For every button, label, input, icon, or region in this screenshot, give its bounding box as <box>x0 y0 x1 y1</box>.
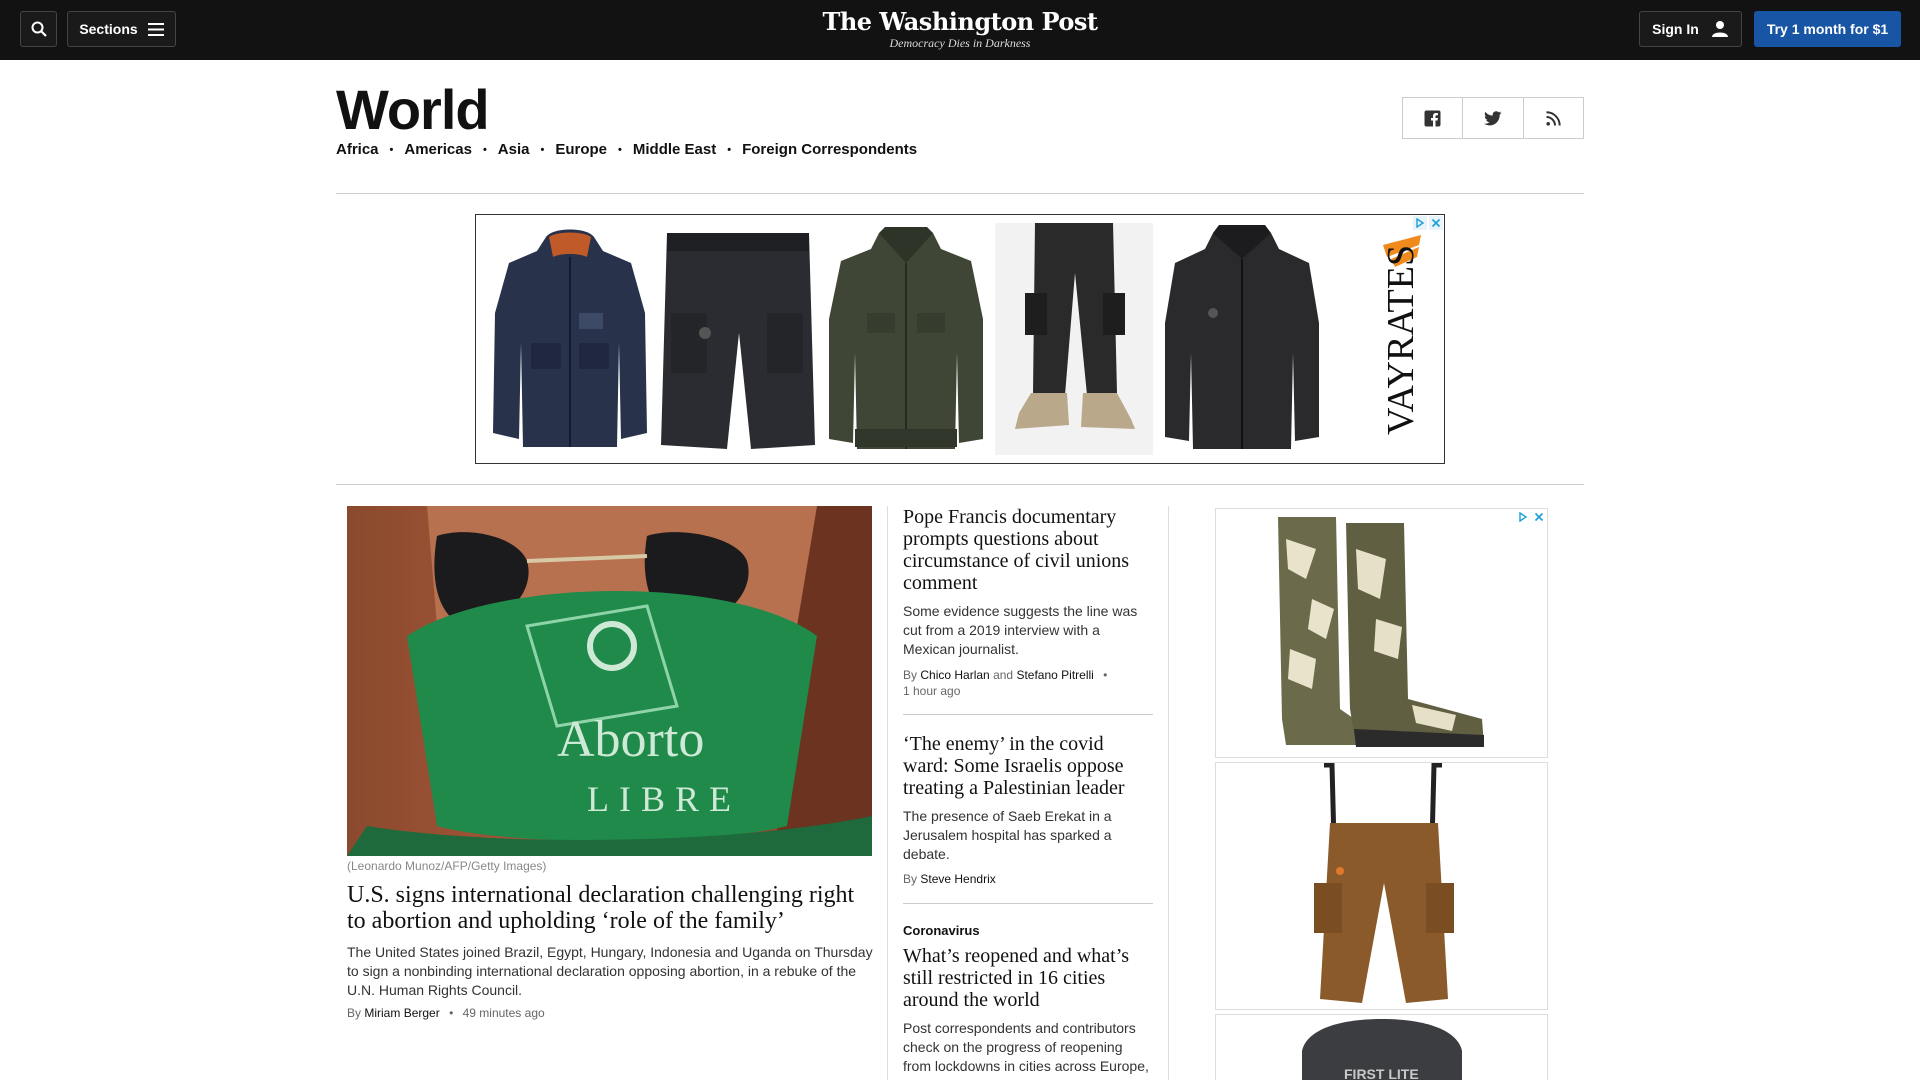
image-caption: (Leonardo Munoz/AFP/Getty Images) <box>347 859 547 873</box>
ad-product-pants[interactable] <box>1215 762 1548 1010</box>
ad-product-hoodie[interactable]: FIRST LITE <box>1215 1014 1548 1080</box>
sign-in-label: Sign In <box>1652 21 1699 37</box>
subnav-americas[interactable]: Americas <box>404 141 472 158</box>
sign-in-button[interactable]: Sign In <box>1639 11 1742 47</box>
adchoices-icon[interactable] <box>1516 510 1530 524</box>
masthead[interactable]: The Washington Post Democracy Dies in Da… <box>760 8 1160 51</box>
byline-author[interactable]: Steve Hendrix <box>920 872 995 886</box>
ad-product-pants[interactable] <box>995 223 1153 455</box>
close-icon[interactable] <box>1429 216 1443 230</box>
lead-image-text: LIBRE <box>587 779 741 819</box>
rss-icon <box>1546 110 1561 126</box>
ad-brand-text: VAYRATES <box>1380 245 1422 435</box>
divider <box>903 714 1153 715</box>
ad-product-jacket[interactable] <box>1163 223 1321 455</box>
lead-story-headline[interactable]: U.S. signs international declaration cha… <box>347 882 877 934</box>
story-byline: By Steve Hendrix <box>903 872 1153 886</box>
lead-story-image[interactable]: Aborto LIBRE <box>347 506 872 856</box>
lead-story-blurb: The United States joined Brazil, Egypt, … <box>347 944 873 998</box>
user-icon <box>1711 21 1728 37</box>
column-divider <box>887 506 888 1080</box>
timestamp: 1 hour ago <box>903 684 961 698</box>
story-card: Coronavirus What’s reopened and what’s s… <box>903 923 1153 1076</box>
byline-and: and <box>993 668 1014 682</box>
tagline: Democracy Dies in Darkness <box>889 36 1031 50</box>
adchoices-icon[interactable] <box>1413 216 1427 230</box>
byline-author[interactable]: Chico Harlan <box>920 668 989 682</box>
twitter-icon <box>1483 110 1502 125</box>
sections-menu-button[interactable]: Sections <box>67 11 176 47</box>
byline-by: By <box>347 1006 362 1020</box>
logo[interactable]: The Washington Post <box>760 8 1160 36</box>
page-title: World <box>336 78 490 141</box>
facebook-button[interactable] <box>1403 98 1464 138</box>
story-headline[interactable]: Pope Francis documentary prompts questio… <box>903 506 1129 594</box>
ad-product-shorts[interactable] <box>659 223 817 455</box>
facebook-icon <box>1424 110 1441 127</box>
ad-choices[interactable] <box>1413 216 1443 230</box>
separator-dot: • <box>540 143 545 156</box>
ad-hoodie-text: FIRST LITE <box>1344 1066 1419 1080</box>
separator-dot: • <box>449 1006 454 1020</box>
close-icon[interactable] <box>1532 510 1546 524</box>
ad-product-boots[interactable] <box>1215 508 1548 758</box>
search-icon <box>31 21 47 37</box>
sections-label: Sections <box>79 21 138 37</box>
ad-product-jacket[interactable] <box>491 223 649 455</box>
divider <box>336 484 1584 485</box>
rss-button[interactable] <box>1524 98 1583 138</box>
byline-author[interactable]: Miriam Berger <box>364 1006 439 1020</box>
story-card: ‘The enemy’ in the covid ward: Some Isra… <box>903 733 1153 886</box>
separator-dot: • <box>727 143 732 156</box>
lead-image-text: Aborto <box>557 711 704 768</box>
subnav-africa[interactable]: Africa <box>336 141 379 158</box>
story-headline[interactable]: What’s reopened and what’s still restric… <box>903 945 1153 1011</box>
section-subnav: Africa • Americas • Asia • Europe • Midd… <box>336 141 917 158</box>
ad-choices[interactable] <box>1516 510 1546 524</box>
divider <box>903 903 1153 904</box>
twitter-button[interactable] <box>1463 98 1524 138</box>
ad-brand-logo[interactable]: VAYRATES <box>1361 235 1441 445</box>
story-blurb: Post correspondents and contributors che… <box>903 1020 1149 1074</box>
story-blurb: Some evidence suggests the line was cut … <box>903 603 1138 657</box>
timestamp: 49 minutes ago <box>462 1006 545 1020</box>
trial-label: Try 1 month for $1 <box>1766 21 1889 37</box>
story-blurb: The presence of Saeb Erekat in a Jerusal… <box>903 808 1112 862</box>
separator-dot: • <box>482 143 487 156</box>
column-divider <box>1168 506 1169 1080</box>
subnav-foreign-correspondents[interactable]: Foreign Correspondents <box>742 141 917 158</box>
story-kicker[interactable]: Coronavirus <box>903 923 1153 938</box>
story-card: Pope Francis documentary prompts questio… <box>903 506 1153 699</box>
search-button[interactable] <box>20 11 57 47</box>
separator-dot: • <box>389 143 394 156</box>
lead-story-byline: By Miriam Berger • 49 minutes ago <box>347 1006 545 1020</box>
divider <box>336 193 1584 194</box>
subscribe-trial-button[interactable]: Try 1 month for $1 <box>1754 11 1901 47</box>
byline-by: By <box>903 668 918 682</box>
story-byline: By Chico Harlan and Stefano Pitrelli • 1… <box>903 667 1153 699</box>
subnav-europe[interactable]: Europe <box>555 141 607 158</box>
separator-dot: • <box>618 143 622 156</box>
hamburger-icon <box>147 22 164 36</box>
story-headline[interactable]: ‘The enemy’ in the covid ward: Some Isra… <box>903 733 1125 799</box>
ad-banner[interactable]: VAYRATES <box>475 214 1445 464</box>
social-share-buttons <box>1402 97 1584 139</box>
separator-dot: • <box>1103 668 1108 682</box>
subnav-middle-east[interactable]: Middle East <box>633 141 716 158</box>
top-navigation-bar: Sections The Washington Post Democracy D… <box>0 0 1920 60</box>
byline-by: By <box>903 872 918 886</box>
byline-author[interactable]: Stefano Pitrelli <box>1016 668 1093 682</box>
subnav-asia[interactable]: Asia <box>498 141 530 158</box>
ad-product-jacket[interactable] <box>827 223 985 455</box>
